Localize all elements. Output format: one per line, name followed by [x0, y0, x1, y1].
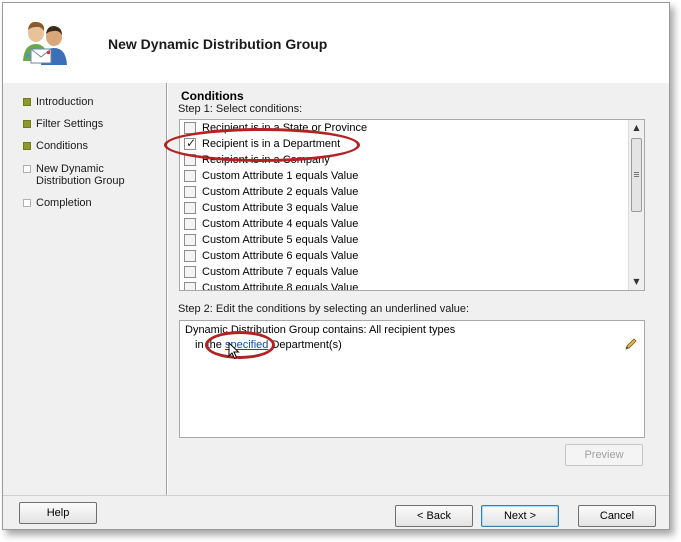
condition-label: Recipient is in a Company — [202, 154, 330, 166]
condition-item[interactable]: Recipient is in a Company — [184, 152, 330, 168]
condition-checkbox[interactable] — [184, 266, 196, 278]
back-button[interactable]: < Back — [395, 505, 473, 527]
conditions-scrollbar[interactable]: ▲ ▼ — [628, 120, 644, 290]
cancel-button[interactable]: Cancel — [578, 505, 656, 527]
condition-item[interactable]: Custom Attribute 2 equals Value — [184, 184, 358, 200]
condition-description-box: Dynamic Distribution Group contains: All… — [179, 320, 645, 438]
step1-label: Step 1: Select conditions: — [178, 103, 303, 115]
condition-checkbox[interactable] — [184, 250, 196, 262]
scroll-down-icon[interactable]: ▼ — [629, 274, 644, 290]
condition-item[interactable]: Custom Attribute 8 equals Value — [184, 280, 359, 291]
nav-item-label: Completion — [36, 197, 92, 209]
step-current-icon — [23, 142, 31, 150]
step-done-icon — [23, 120, 31, 128]
conditions-list[interactable]: Recipient is in a State or Province Reci… — [179, 119, 645, 291]
nav-divider — [166, 83, 168, 495]
condition-label: Custom Attribute 8 equals Value — [202, 282, 359, 291]
wizard-header: New Dynamic Distribution Group — [3, 3, 669, 83]
nav-item-new-dynamic-distribution-group[interactable]: New Dynamic Distribution Group — [23, 163, 163, 187]
condition-checkbox[interactable] — [184, 136, 196, 150]
nav-item-conditions[interactable]: Conditions — [23, 140, 163, 152]
footer-divider — [3, 495, 669, 496]
wizard-window: New Dynamic Distribution Group Introduct… — [2, 2, 670, 530]
condition-checkbox[interactable] — [184, 282, 196, 290]
condition-label: Custom Attribute 3 equals Value — [202, 202, 359, 214]
step-done-icon — [23, 98, 31, 106]
condition-checkbox[interactable] — [184, 218, 196, 230]
specified-department-link[interactable]: specified — [225, 339, 268, 351]
nav-item-label: New Dynamic Distribution Group — [36, 163, 125, 187]
condition-checkbox[interactable] — [184, 202, 196, 214]
nav-item-filter-settings[interactable]: Filter Settings — [23, 118, 163, 130]
condition-label: Custom Attribute 1 equals Value — [202, 170, 359, 182]
nav-item-label: Conditions — [36, 140, 88, 152]
step-pending-icon — [23, 199, 31, 207]
grip-line — [634, 174, 639, 175]
wizard-nav: Introduction Filter Settings Conditions … — [3, 83, 166, 495]
scroll-up-icon[interactable]: ▲ — [629, 120, 644, 136]
condition-checkbox[interactable] — [184, 234, 196, 246]
users-group-icon — [23, 21, 67, 65]
condition-label: Recipient is in a Department — [202, 138, 341, 150]
description-text: in the — [195, 339, 225, 351]
description-line: Dynamic Distribution Group contains: All… — [185, 324, 456, 336]
condition-checkbox[interactable] — [184, 154, 196, 166]
description-text: Department(s) — [268, 339, 342, 351]
condition-item[interactable]: Recipient is in a State or Province — [184, 120, 367, 136]
condition-item[interactable]: Custom Attribute 1 equals Value — [184, 168, 358, 184]
condition-label: Recipient is in a State or Province — [202, 122, 368, 134]
nav-item-completion[interactable]: Completion — [23, 197, 163, 209]
condition-item[interactable]: Custom Attribute 7 equals Value — [184, 264, 358, 280]
condition-label: Custom Attribute 7 equals Value — [202, 266, 359, 278]
condition-label: Custom Attribute 5 equals Value — [202, 234, 359, 246]
condition-item[interactable]: Custom Attribute 6 equals Value — [184, 248, 358, 264]
grip-line — [634, 176, 639, 177]
condition-item[interactable]: Custom Attribute 4 equals Value — [184, 216, 358, 232]
next-button[interactable]: Next > — [481, 505, 559, 527]
condition-label: Custom Attribute 6 equals Value — [202, 250, 359, 262]
scrollbar-thumb[interactable] — [631, 138, 642, 212]
nav-item-label: Filter Settings — [36, 118, 104, 130]
condition-label: Custom Attribute 2 equals Value — [202, 186, 359, 198]
wizard-title: New Dynamic Distribution Group — [108, 36, 328, 52]
help-button[interactable]: Help — [19, 502, 97, 524]
nav-item-introduction[interactable]: Introduction — [23, 96, 163, 108]
grip-line — [634, 172, 639, 173]
step-pending-icon — [23, 165, 31, 173]
step2-label: Step 2: Edit the conditions by selecting… — [178, 303, 470, 315]
nav-item-label: Introduction — [36, 96, 94, 108]
condition-item[interactable]: Custom Attribute 3 equals Value — [184, 200, 358, 216]
condition-label: Custom Attribute 4 equals Value — [202, 218, 359, 230]
condition-item[interactable]: Custom Attribute 5 equals Value — [184, 232, 358, 248]
pencil-icon[interactable] — [624, 337, 638, 351]
preview-button[interactable]: Preview — [565, 444, 643, 466]
condition-checkbox[interactable] — [184, 122, 196, 134]
description-line: in the specified Department(s) — [195, 339, 342, 351]
section-title: Conditions — [181, 89, 244, 103]
condition-item[interactable]: Recipient is in a Department — [184, 136, 340, 152]
condition-checkbox[interactable] — [184, 170, 196, 182]
condition-checkbox[interactable] — [184, 186, 196, 198]
